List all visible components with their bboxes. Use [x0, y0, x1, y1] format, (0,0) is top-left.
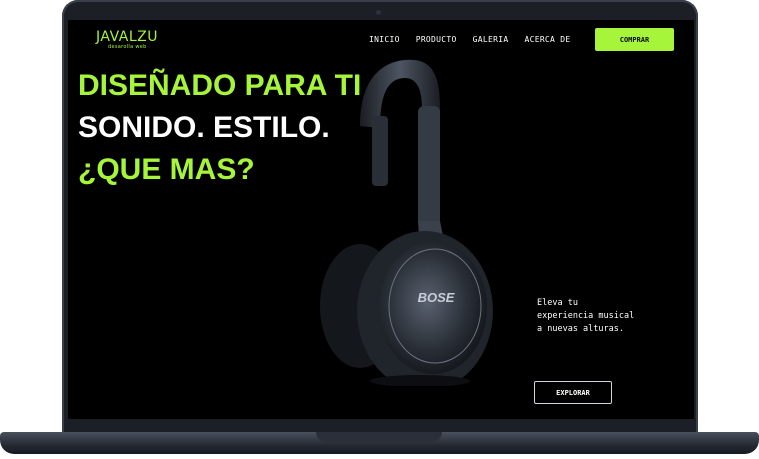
- camera-icon: [376, 10, 381, 15]
- brand-tagline: desarolla web: [108, 44, 147, 50]
- bose-logo: BOSE: [418, 290, 455, 305]
- brand-logo[interactable]: JAVALZU: [96, 29, 158, 45]
- hero-description: Eleva tu experiencia musical a nuevas al…: [537, 298, 635, 334]
- nav-item-inicio[interactable]: INICIO: [369, 35, 400, 44]
- nav-item-producto[interactable]: PRODUCTO: [416, 35, 457, 44]
- website-screen: JAVALZU desarolla web INICIO PRODUCTO GA…: [68, 20, 694, 419]
- buy-button[interactable]: COMPRAR: [595, 28, 674, 51]
- explore-button[interactable]: EXPLORAR: [534, 381, 612, 404]
- main-nav: INICIO PRODUCTO GALERIA ACERCA DE: [369, 35, 571, 44]
- nav-item-galeria[interactable]: GALERIA: [473, 35, 509, 44]
- laptop-notch: [316, 432, 442, 442]
- hero-title-line-1: DISEÑADO PARA TI: [78, 69, 362, 102]
- hero-title-line-3: ¿QUE MAS?: [78, 153, 255, 186]
- hero-title-line-2: SONIDO. ESTILO.: [78, 111, 330, 144]
- nav-item-acerca-de[interactable]: ACERCA DE: [524, 35, 570, 44]
